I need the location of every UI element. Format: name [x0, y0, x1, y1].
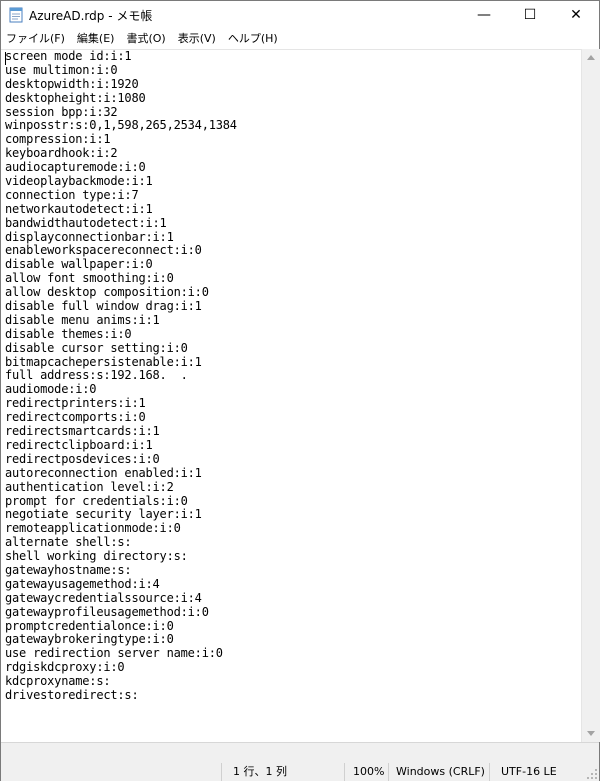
text-line: bandwidthautodetect:i:1 — [5, 215, 167, 230]
notepad-icon — [9, 7, 23, 23]
menu-format[interactable]: 書式(O) — [120, 29, 171, 49]
chevron-down-icon[interactable] — [582, 725, 600, 742]
status-divider — [388, 763, 389, 781]
text-line: prompt for credentials:i:0 — [5, 493, 188, 508]
text-line: displayconnectionbar:i:1 — [5, 229, 174, 244]
title-bar[interactable]: AzureAD.rdp - メモ帳 — ☐ ✕ — [1, 1, 599, 29]
text-line: remoteapplicationmode:i:0 — [5, 521, 181, 536]
text-line: alternate shell:s: — [5, 535, 132, 550]
text-line: redirectposdevices:i:0 — [5, 451, 160, 466]
text-content: screen mode id:i:1 use multimon:i:0 desk… — [1, 50, 581, 703]
text-line: gatewayprofileusagemethod:i:0 — [5, 604, 209, 619]
window-title: AzureAD.rdp - メモ帳 — [29, 9, 153, 23]
text-line: allow font smoothing:i:0 — [5, 271, 174, 286]
text-line: redirectclipboard:i:1 — [5, 437, 153, 452]
text-line: rdgiskdcproxy:i:0 — [5, 660, 125, 675]
text-line: audiomode:i:0 — [5, 382, 97, 397]
maximize-icon: ☐ — [523, 7, 537, 23]
status-divider — [221, 763, 222, 781]
text-line: kdcproxyname:s: — [5, 674, 111, 689]
text-line: use redirection server name:i:0 — [5, 646, 223, 661]
text-line: disable full window drag:i:1 — [5, 299, 202, 314]
text-line: gatewayhostname:s: — [5, 562, 132, 577]
text-line: disable wallpaper:i:0 — [5, 257, 153, 272]
zoom-level: 100% — [353, 765, 385, 778]
text-line: autoreconnection enabled:i:1 — [5, 465, 202, 480]
status-divider — [344, 763, 345, 781]
text-line: enableworkspacereconnect:i:0 — [5, 243, 202, 258]
text-line: screen mode id:i:1 — [5, 49, 132, 63]
encoding: UTF-16 LE — [501, 765, 557, 778]
cursor-position: 1 行、1 列 — [233, 765, 287, 778]
text-line: bitmapcachepersistenable:i:1 — [5, 354, 202, 369]
text-line: allow desktop composition:i:0 — [5, 285, 209, 300]
maximize-button[interactable]: ☐ — [507, 1, 553, 29]
text-line: disable themes:i:0 — [5, 326, 132, 341]
text-line: keyboardhook:i:2 — [5, 146, 118, 161]
menu-view[interactable]: 表示(V) — [172, 29, 222, 49]
text-line: winposstr:s:0,1,598,265,2534,1384 — [5, 118, 237, 133]
close-button[interactable]: ✕ — [553, 1, 599, 29]
notepad-window: AzureAD.rdp - メモ帳 — ☐ ✕ ファイル(F) 編集(E) 書式… — [0, 0, 600, 781]
vertical-scrollbar[interactable] — [581, 49, 600, 742]
text-line: promptcredentialonce:i:0 — [5, 618, 174, 633]
text-line: use multimon:i:0 — [5, 62, 118, 77]
minimize-icon: — — [477, 7, 491, 23]
text-line: disable menu anims:i:1 — [5, 312, 160, 327]
text-line: authentication level:i:2 — [5, 479, 174, 494]
resize-grip-icon[interactable] — [587, 769, 597, 779]
text-line: redirectcomports:i:0 — [5, 410, 146, 425]
text-line: gatewaycredentialssource:i:4 — [5, 590, 202, 605]
line-ending: Windows (CRLF) — [396, 765, 485, 778]
text-line: disable cursor setting:i:0 — [5, 340, 188, 355]
text-line: desktopwidth:i:1920 — [5, 76, 139, 91]
close-icon: ✕ — [570, 7, 582, 23]
text-line: redirectprinters:i:1 — [5, 396, 146, 411]
minimize-button[interactable]: — — [461, 1, 507, 29]
status-bar: 1 行、1 列 100% Windows (CRLF) UTF-16 LE — [1, 742, 599, 781]
text-caret — [5, 52, 6, 65]
menu-help[interactable]: ヘルプ(H) — [222, 29, 284, 49]
text-line: audiocapturemode:i:0 — [5, 160, 146, 175]
text-line: redirectsmartcards:i:1 — [5, 424, 160, 439]
text-line: connection type:i:7 — [5, 187, 139, 202]
menu-bar: ファイル(F) 編集(E) 書式(O) 表示(V) ヘルプ(H) — [1, 29, 599, 49]
text-line: gatewayusagemethod:i:4 — [5, 576, 160, 591]
text-line: videoplaybackmode:i:1 — [5, 174, 153, 189]
text-line: drivestoredirect:s: — [5, 687, 139, 702]
status-divider — [489, 763, 490, 781]
text-line: gatewaybrokeringtype:i:0 — [5, 632, 174, 647]
text-line: full address:s:192.168. . — [5, 368, 188, 383]
text-line: desktopheight:i:1080 — [5, 90, 146, 105]
text-line: networkautodetect:i:1 — [5, 201, 153, 216]
text-line: negotiate security layer:i:1 — [5, 507, 202, 522]
text-line: session bpp:i:32 — [5, 104, 118, 119]
text-editor[interactable]: screen mode id:i:1 use multimon:i:0 desk… — [1, 49, 581, 743]
text-line: compression:i:1 — [5, 132, 111, 147]
text-line: shell working directory:s: — [5, 549, 188, 564]
menu-edit[interactable]: 編集(E) — [71, 29, 121, 49]
chevron-up-icon[interactable] — [582, 49, 600, 66]
menu-file[interactable]: ファイル(F) — [1, 29, 71, 49]
